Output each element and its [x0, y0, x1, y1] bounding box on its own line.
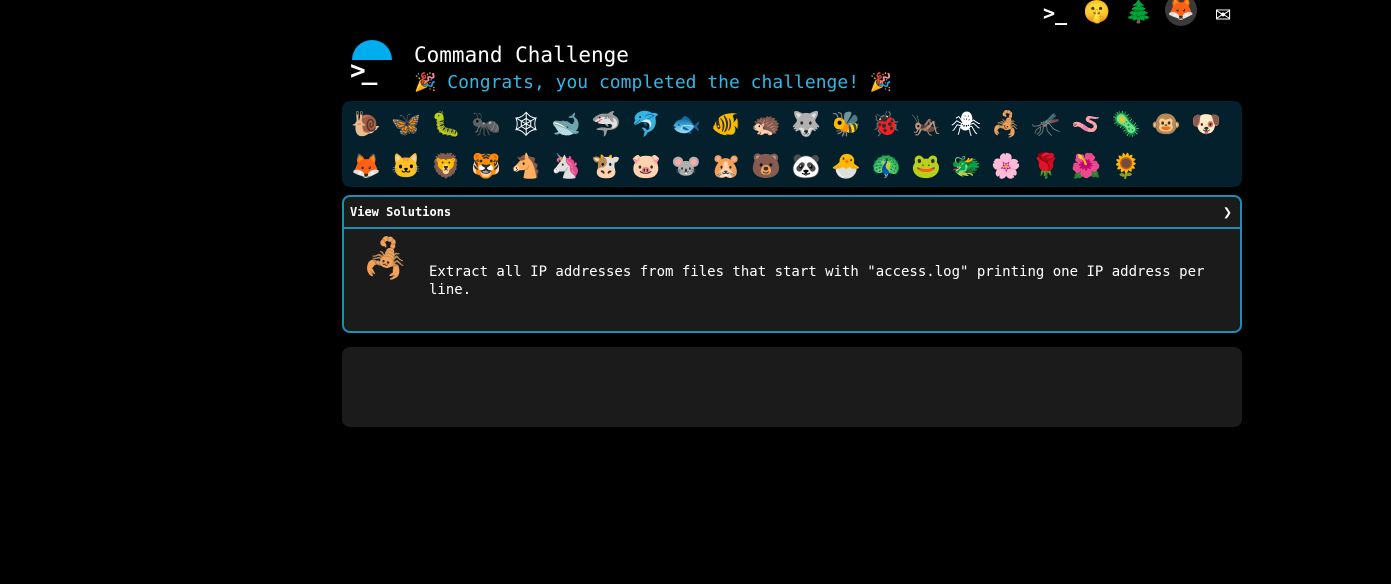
challenge-animal-icon[interactable]: 🦄	[546, 145, 586, 187]
challenge-animal-icon[interactable]: 🐯	[466, 145, 506, 187]
challenge-animal-icon[interactable]: 🐟	[666, 103, 706, 145]
challenge-animal-icon[interactable]: 🦊	[346, 145, 386, 187]
challenge-animal-icon[interactable]: 🐷	[626, 145, 666, 187]
chevron-right-icon: ❯	[1222, 203, 1232, 221]
challenge-animal-icon[interactable]: 🦈	[586, 103, 626, 145]
challenge-animal-icon[interactable]: 🦟	[1026, 103, 1066, 145]
view-solutions-label: View Solutions	[350, 205, 452, 219]
command-challenge-logo[interactable]: >_	[350, 40, 394, 86]
tree-icon[interactable]: 🌲	[1123, 0, 1155, 26]
challenge-animal-icon[interactable]: 🐭	[666, 145, 706, 187]
mail-icon[interactable]: ✉	[1207, 0, 1239, 26]
challenge-animal-icon[interactable]: 🐺	[786, 103, 826, 145]
challenge-animal-icon[interactable]: 🐲	[946, 145, 986, 187]
challenge-animal-icon[interactable]: 🐶	[1186, 103, 1226, 145]
challenge-animal-icon[interactable]: 🦠	[1106, 103, 1146, 145]
challenge-animal-icon[interactable]: 🐱	[386, 145, 426, 187]
solutions-panel: View Solutions ❯ 🦂 Extract all IP addres…	[342, 195, 1242, 333]
challenge-animal-icon[interactable]: 🐛	[426, 103, 466, 145]
challenge-animal-icon[interactable]: 🕷	[946, 103, 986, 145]
scorpion-icon: 🦂	[362, 236, 410, 280]
challenge-animal-icon[interactable]: 🌸	[986, 145, 1026, 187]
challenge-animal-icon[interactable]: 🐸	[906, 145, 946, 187]
prompt-icon: >_	[350, 56, 377, 86]
challenge-progress-bar: 🐌 🦋 🐛 🐜 🕸 🐋 🦈 🐬 🐟 🐠 🦔 🐺 🐝 🐞 🦗 🕷 🦂 🦟 🪱 🦠 🐵 🐶 🦊 🐱 🦁 🐯 🐴 🦄 🐮 🐷 🐭 🐹 🐻 🐼 🐣 🦚 🐸 🐲 🌸 🌹…	[342, 101, 1242, 187]
challenge-animal-icon[interactable]: 🐼	[786, 145, 826, 187]
challenge-animal-icon[interactable]: 🦋	[386, 103, 426, 145]
challenge-animal-icon[interactable]: 🌻	[1106, 145, 1146, 187]
gitlab-icon[interactable]: 🦊	[1165, 0, 1197, 26]
congrats-message: 🎉 Congrats, you completed the challenge!…	[414, 72, 893, 93]
challenge-animal-icon[interactable]: 🐋	[546, 103, 586, 145]
command-input-area[interactable]	[342, 347, 1242, 427]
challenge-animal-icon[interactable]: 🕸	[506, 103, 546, 145]
challenge-animal-icon[interactable]: 🐬	[626, 103, 666, 145]
challenge-animal-icon[interactable]: 🦁	[426, 145, 466, 187]
view-solutions-toggle[interactable]: View Solutions ❯	[344, 197, 1240, 229]
challenge-animal-icon[interactable]: 🐵	[1146, 103, 1186, 145]
challenge-animal-icon[interactable]: 🐠	[706, 103, 746, 145]
challenge-animal-icon[interactable]: 🦔	[746, 103, 786, 145]
challenge-animal-icon[interactable]: 🦂	[986, 103, 1026, 145]
challenge-animal-icon[interactable]: 🦗	[906, 103, 946, 145]
shush-icon[interactable]: 🤫	[1081, 0, 1113, 26]
challenge-animal-icon[interactable]: 🐞	[866, 103, 906, 145]
challenge-animal-icon[interactable]: 🐝	[826, 103, 866, 145]
challenge-animal-icon[interactable]: 🐜	[466, 103, 506, 145]
challenge-animal-icon[interactable]: 🪱	[1066, 103, 1106, 145]
challenge-animal-icon[interactable]: 🐴	[506, 145, 546, 187]
challenge-animal-icon[interactable]: 🌹	[1026, 145, 1066, 187]
terminal-icon[interactable]: >_	[1039, 0, 1071, 26]
top-nav: >_ 🤫 🌲 🦊 ✉	[1039, 0, 1239, 26]
challenge-animal-icon[interactable]: 🐣	[826, 145, 866, 187]
challenge-animal-icon[interactable]: 🐮	[586, 145, 626, 187]
challenge-description: Extract all IP addresses from files that…	[429, 264, 1205, 298]
challenge-animal-icon[interactable]: 🐌	[346, 103, 386, 145]
challenge-animal-icon[interactable]: 🦚	[866, 145, 906, 187]
challenge-animal-icon[interactable]: 🐹	[706, 145, 746, 187]
page-title: Command Challenge	[414, 43, 629, 67]
challenge-animal-icon[interactable]: 🌺	[1066, 145, 1106, 187]
challenge-animal-icon[interactable]: 🐻	[746, 145, 786, 187]
page-header: >_ Command Challenge 🎉 Congrats, you com…	[350, 40, 1240, 98]
